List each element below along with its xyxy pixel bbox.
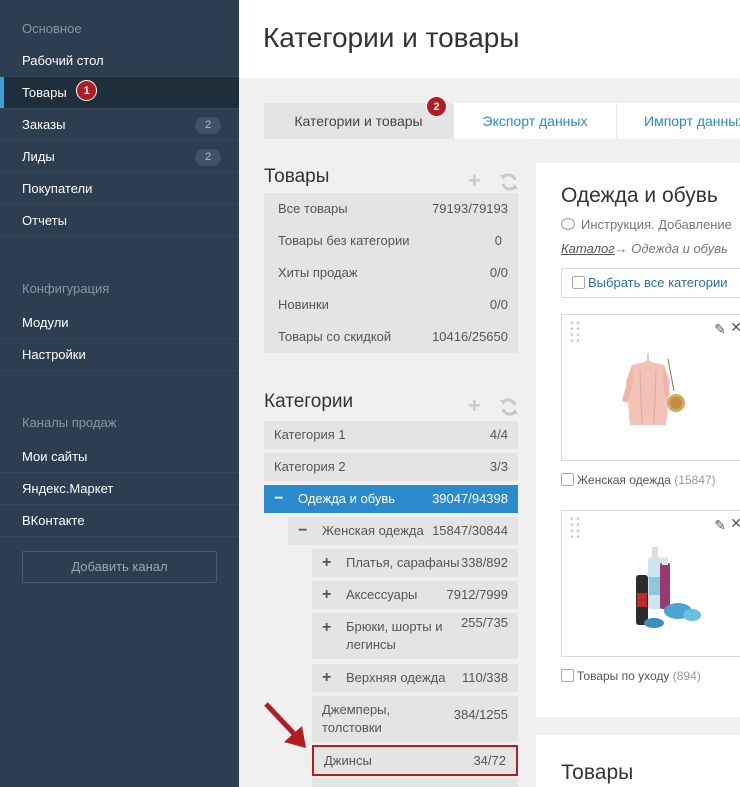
expand-icon[interactable]: + bbox=[322, 581, 338, 609]
expand-icon[interactable]: + bbox=[322, 619, 338, 637]
refresh-icon[interactable] bbox=[499, 172, 519, 192]
category-row-selected[interactable]: − Одежда и обувь 39047/94398 bbox=[264, 485, 518, 513]
sidebar-item-label: Отчеты bbox=[22, 213, 67, 228]
comment-icon bbox=[561, 218, 575, 230]
select-all-checkbox[interactable] bbox=[572, 276, 585, 289]
sidebar-item-label: Модули bbox=[22, 315, 69, 330]
page-title: Категории и товары bbox=[263, 22, 520, 53]
sidebar-section-config: Конфигурация bbox=[22, 281, 110, 296]
sidebar-item-label: Рабочий стол bbox=[22, 53, 104, 68]
sidebar-item-customers[interactable]: Покупатели bbox=[0, 173, 239, 205]
breadcrumb-link-catalog[interactable]: Каталог bbox=[561, 241, 615, 256]
sidebar-item-reports[interactable]: Отчеты bbox=[0, 205, 239, 237]
select-all-categories-button[interactable]: Выбрать все категории bbox=[561, 268, 740, 298]
sidebar-item-label: ВКонтакте bbox=[22, 513, 85, 528]
category-row[interactable]: Категория 2 3/3 bbox=[264, 453, 518, 481]
sidebar-item-label: Покупатели bbox=[22, 181, 93, 196]
sidebar-item-dashboard[interactable]: Рабочий стол bbox=[0, 45, 239, 77]
products-section-title: Товары bbox=[561, 761, 634, 784]
drag-handle-icon[interactable]: • • • • • • • • bbox=[570, 319, 580, 347]
leads-count-badge: 2 bbox=[195, 149, 221, 166]
category-row[interactable]: + Аксессуары 7912/7999 bbox=[312, 581, 518, 609]
sidebar-item-label: Яндекс.Маркет bbox=[22, 481, 114, 496]
list-item[interactable]: Новинки 0/0 bbox=[264, 289, 518, 321]
subcategory-label[interactable]: Женская одежда (15847) bbox=[561, 473, 716, 487]
category-row[interactable]: − Женская одежда 15847/30844 bbox=[288, 517, 518, 545]
pencil-icon[interactable]: ✎ bbox=[714, 321, 726, 338]
expand-icon[interactable]: + bbox=[322, 549, 338, 577]
sidebar-section-channels: Каналы продаж bbox=[22, 415, 117, 430]
category-row[interactable]: Джемперы, толстовки 384/1255 bbox=[312, 696, 518, 742]
sidebar-section-main: Основное bbox=[22, 21, 82, 36]
annotation-badge-1: 1 bbox=[76, 80, 97, 101]
subcategory-checkbox[interactable] bbox=[561, 473, 574, 486]
subcategory-label[interactable]: Товары по уходу (894) bbox=[561, 669, 701, 683]
subcategory-card[interactable]: • • • • • • • • ✎ ✕ bbox=[561, 510, 740, 657]
list-item[interactable]: Хиты продаж 0/0 bbox=[264, 257, 518, 289]
category-detail-title: Одежда и обувь bbox=[561, 184, 718, 207]
tab-categories-products[interactable]: Категории и товары bbox=[264, 103, 453, 139]
subcategory-checkbox[interactable] bbox=[561, 669, 574, 682]
category-row-partial bbox=[312, 778, 518, 787]
drag-handle-icon[interactable]: • • • • • • • • bbox=[570, 515, 580, 543]
care-products-image bbox=[636, 547, 701, 628]
sidebar-item-label: Заказы bbox=[22, 117, 66, 132]
list-item[interactable]: Товары со скидкой 10416/25650 bbox=[264, 321, 518, 353]
add-channel-button[interactable]: Добавить канал bbox=[22, 551, 217, 583]
list-item[interactable]: Товары без категории 0 bbox=[264, 225, 518, 257]
plus-icon[interactable]: + bbox=[468, 170, 481, 192]
clothing-image bbox=[622, 353, 685, 425]
sidebar-item-label: Настройки bbox=[22, 347, 86, 362]
plus-icon[interactable]: + bbox=[468, 395, 481, 417]
sidebar-item-label: Лиды bbox=[22, 149, 55, 164]
sidebar-item-vkontakte[interactable]: ВКонтакте bbox=[0, 505, 239, 537]
subcategory-card[interactable]: • • • • • • • • ✎ ✕ bbox=[561, 314, 740, 461]
category-row[interactable]: + Платья, сарафаны 338/892 bbox=[312, 549, 518, 577]
category-row[interactable]: Категория 1 4/4 bbox=[264, 421, 518, 449]
products-filter-list: Все товары 79193/79193 Товары без категор… bbox=[264, 193, 518, 353]
category-row[interactable]: + Брюки, шорты и легинсы 255/735 bbox=[312, 613, 518, 659]
tab-import[interactable]: Импорт данных bbox=[616, 103, 740, 139]
collapse-icon[interactable]: − bbox=[298, 517, 314, 545]
collapse-icon[interactable]: − bbox=[274, 485, 290, 513]
sidebar-item-products[interactable]: Товары bbox=[0, 77, 239, 109]
sidebar-item-yandex-market[interactable]: Яндекс.Маркет bbox=[0, 473, 239, 505]
expand-icon[interactable]: + bbox=[322, 664, 338, 692]
annotation-arrow-icon bbox=[264, 702, 306, 748]
sidebar-item-orders[interactable]: Заказы 2 bbox=[0, 109, 239, 141]
close-icon[interactable]: ✕ bbox=[730, 515, 740, 532]
refresh-icon[interactable] bbox=[499, 397, 519, 417]
list-item[interactable]: Все товары 79193/79193 bbox=[264, 193, 518, 225]
close-icon[interactable]: ✕ bbox=[730, 319, 740, 336]
pencil-icon[interactable]: ✎ bbox=[714, 517, 726, 534]
orders-count-badge: 2 bbox=[195, 117, 221, 134]
breadcrumb: Каталог→ Одежда и обувь bbox=[561, 241, 728, 256]
products-panel-title: Товары bbox=[264, 166, 330, 187]
sidebar: Основное Рабочий стол Товары Заказы 2 Лид… bbox=[0, 0, 239, 787]
category-row[interactable]: + Верхняя одежда 110/338 bbox=[312, 664, 518, 692]
sidebar-item-modules[interactable]: Модули bbox=[0, 307, 239, 339]
sidebar-item-my-sites[interactable]: Мои сайты bbox=[0, 441, 239, 473]
instruction-link[interactable]: Инструкция. Добавление bbox=[561, 217, 740, 232]
page-header: Категории и товары bbox=[239, 0, 740, 78]
sidebar-item-label: Товары bbox=[22, 85, 67, 100]
sidebar-item-label: Мои сайты bbox=[22, 449, 88, 464]
category-row-highlighted[interactable]: Джинсы 34/72 bbox=[312, 745, 518, 776]
tab-export[interactable]: Экспорт данных bbox=[453, 103, 616, 139]
annotation-badge-2: 2 bbox=[426, 96, 447, 117]
sidebar-item-leads[interactable]: Лиды 2 bbox=[0, 141, 239, 173]
sidebar-item-settings[interactable]: Настройки bbox=[0, 339, 239, 371]
categories-panel-title: Категории bbox=[264, 391, 354, 412]
